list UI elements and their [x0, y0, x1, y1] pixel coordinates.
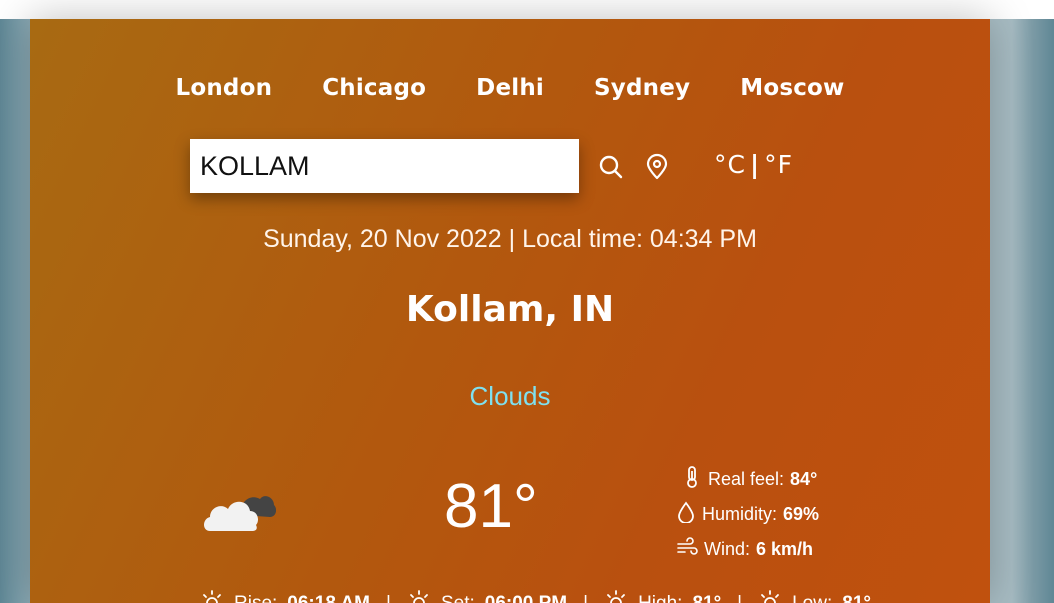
sunset-icon: [407, 589, 431, 603]
real-feel-value: 84°: [790, 469, 818, 489]
rise-value: 06:18 AM: [287, 593, 370, 603]
high-temp-icon: [604, 589, 628, 603]
city-chicago-button[interactable]: Chicago: [322, 75, 426, 101]
humidity-label: Humidity:: [702, 504, 778, 524]
celsius-button[interactable]: °C: [714, 150, 746, 179]
location-pin-icon[interactable]: [643, 153, 671, 181]
wind-row: Wind: 6 km/h: [676, 532, 819, 567]
high-label: High:: [638, 593, 682, 603]
sunrise-icon: [200, 589, 224, 603]
weather-card: London Chicago Delhi Sydney Moscow °C|°F…: [30, 19, 990, 603]
humidity-row: Humidity: 69%: [676, 497, 819, 532]
fahrenheit-button[interactable]: °F: [764, 150, 793, 179]
sun-temp-summary: Rise: 06:18 AM | Set: 06:00 PM | High: 8…: [200, 589, 871, 603]
weather-details: Real feel: 84° Humidity: 69% Wind: 6 km/…: [677, 462, 819, 567]
unit-separator: |: [749, 150, 761, 179]
city-sydney-button[interactable]: Sydney: [594, 75, 690, 101]
city-delhi-button[interactable]: Delhi: [476, 75, 544, 101]
real-feel-label: Real feel:: [708, 469, 785, 489]
city-london-button[interactable]: London: [176, 75, 273, 101]
separator: |: [583, 593, 588, 603]
separator: |: [386, 593, 391, 603]
search-input[interactable]: [190, 139, 579, 193]
location-title: Kollam, IN: [405, 289, 615, 330]
rise-label: Rise:: [234, 593, 277, 603]
high-value: 81°: [692, 593, 721, 603]
droplet-icon: [676, 501, 696, 528]
wind-icon: [676, 536, 698, 563]
separator: |: [737, 593, 742, 603]
search-box: [190, 139, 579, 193]
city-moscow-button[interactable]: Moscow: [740, 75, 844, 101]
weather-condition: Clouds: [469, 381, 551, 411]
local-datetime: Sunday, 20 Nov 2022 | Local time: 04:34 …: [263, 225, 757, 253]
cloud-icon: [202, 481, 277, 537]
real-feel-row: Real feel: 84°: [682, 462, 819, 497]
current-temperature: 81°: [444, 472, 538, 541]
unit-toggle: °C | °F: [714, 150, 793, 179]
search-icon[interactable]: [597, 153, 625, 181]
wind-value: 6 km/h: [756, 539, 814, 559]
set-label: Set:: [441, 593, 475, 603]
low-temp-icon: [758, 589, 782, 603]
low-label: Low:: [792, 593, 832, 603]
low-value: 81°: [842, 593, 871, 603]
set-value: 06:00 PM: [485, 593, 567, 603]
wind-label: Wind:: [704, 539, 751, 559]
city-nav: London Chicago Delhi Sydney Moscow: [30, 75, 990, 101]
thermometer-icon: [682, 466, 702, 493]
humidity-value: 69%: [783, 504, 820, 524]
